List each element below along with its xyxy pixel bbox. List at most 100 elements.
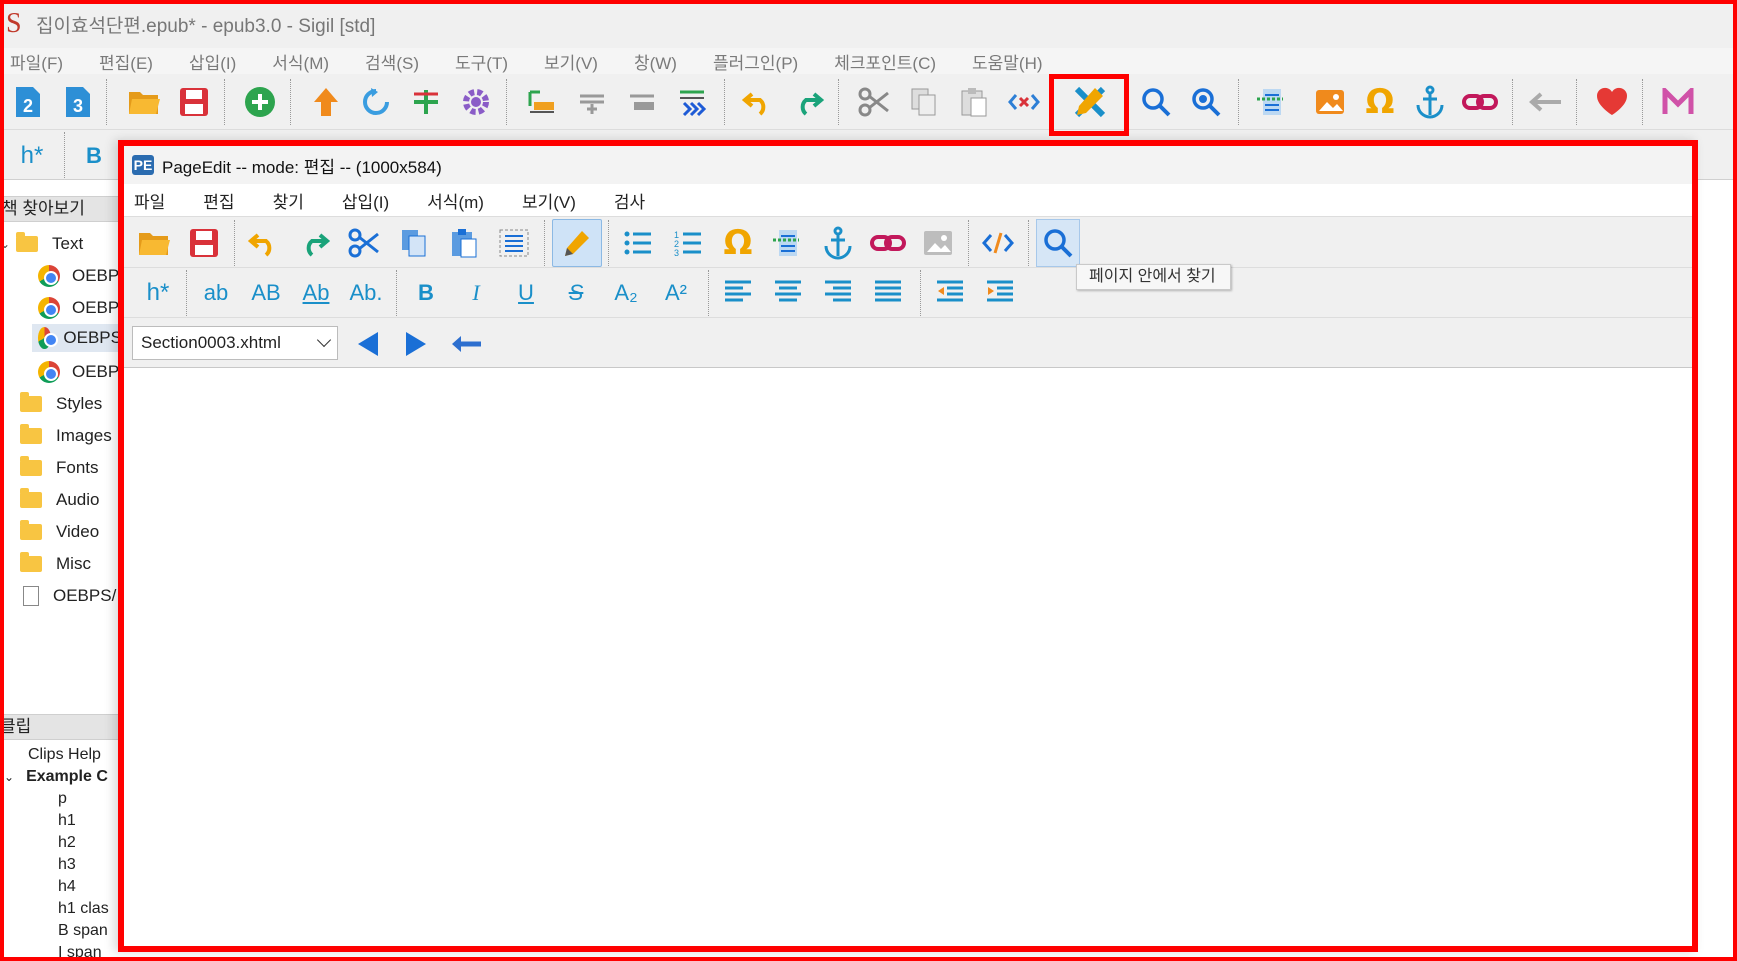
strikethrough-button[interactable]: S	[554, 271, 598, 315]
subscript-button[interactable]: A₂	[604, 271, 648, 315]
tree-file-html-selected[interactable]: OEBPS	[32, 324, 118, 352]
find-in-page-icon[interactable]	[1036, 219, 1080, 267]
image-icon[interactable]	[1308, 78, 1352, 126]
titlecase-button[interactable]: Ab	[294, 271, 338, 315]
omega-icon[interactable]: Ω	[1358, 78, 1402, 126]
align-left-icon[interactable]	[716, 268, 760, 316]
bullet-list-icon[interactable]	[616, 219, 660, 267]
align-justify-icon[interactable]	[866, 268, 910, 316]
settings-icon[interactable]	[454, 78, 498, 126]
clip-item[interactable]: I span	[58, 942, 102, 961]
paste-icon[interactable]	[442, 219, 486, 267]
pe-menu-view[interactable]: 보기(V)	[522, 188, 576, 213]
tree-file-html[interactable]: OEBPS	[38, 262, 118, 290]
italic-button[interactable]: I	[454, 271, 498, 315]
m-logo-icon[interactable]	[1656, 78, 1700, 126]
copy-icon[interactable]	[392, 219, 436, 267]
save-icon[interactable]	[182, 219, 226, 267]
heart-icon[interactable]	[1590, 78, 1634, 126]
tree-folder-audio[interactable]: Audio	[20, 486, 99, 514]
expand-chevron-icon[interactable]: ⌄	[0, 237, 16, 251]
next-file-icon[interactable]	[394, 320, 438, 368]
tree-folder-fonts[interactable]: Fonts	[20, 454, 99, 482]
menu-plugins[interactable]: 플러그인(P)	[713, 49, 798, 74]
pageedit-icon[interactable]	[1068, 78, 1112, 126]
image-icon[interactable]	[916, 219, 960, 267]
numbered-list-icon[interactable]: 123	[666, 219, 710, 267]
menu-edit[interactable]: 편집(E)	[99, 49, 153, 74]
tree-folder-video[interactable]: Video	[20, 518, 99, 546]
metadata-icon[interactable]	[1250, 78, 1294, 126]
pe-menu-find[interactable]: 찾기	[273, 188, 304, 213]
code-tag-icon[interactable]	[1002, 78, 1046, 126]
paste-icon[interactable]	[952, 78, 996, 126]
edit-mode-pencil-icon[interactable]	[552, 219, 602, 267]
generate-toc-icon[interactable]	[670, 78, 714, 126]
omega-icon[interactable]: Ω	[716, 219, 760, 267]
align-right-icon[interactable]	[816, 268, 860, 316]
clip-group[interactable]: ⌄ Example C	[4, 766, 108, 788]
save-icon[interactable]	[172, 78, 216, 126]
h3-icon[interactable]: 3	[56, 78, 100, 126]
outdent-icon[interactable]	[928, 268, 972, 316]
cut-icon[interactable]	[342, 219, 386, 267]
plus-split-icon[interactable]	[404, 78, 448, 126]
clip-item[interactable]: h1	[58, 810, 76, 832]
menu-window[interactable]: 창(W)	[634, 49, 677, 74]
undo-icon[interactable]	[736, 78, 780, 126]
redo-icon[interactable]	[292, 219, 336, 267]
pageedit-content-area[interactable]	[124, 368, 1692, 946]
metadata-icon[interactable]	[766, 219, 810, 267]
clip-item[interactable]: h4	[58, 876, 76, 898]
menu-tools[interactable]: 도구(T)	[455, 49, 508, 74]
cut-icon[interactable]	[852, 78, 896, 126]
clip-item[interactable]: h3	[58, 854, 76, 876]
link-icon[interactable]	[1458, 78, 1502, 126]
redo-icon[interactable]	[786, 78, 830, 126]
menu-search[interactable]: 검색(S)	[365, 49, 419, 74]
file-select-dropdown[interactable]: Section0003.xhtml	[132, 326, 338, 360]
underline-button[interactable]: U	[504, 271, 548, 315]
heading-dropdown[interactable]: h*	[6, 134, 58, 178]
tree-folder-misc[interactable]: Misc	[20, 550, 91, 578]
select-all-icon[interactable]	[492, 219, 536, 267]
link-icon[interactable]	[866, 219, 910, 267]
open-folder-icon[interactable]	[132, 219, 176, 267]
go-back-icon[interactable]	[444, 320, 488, 368]
clip-item[interactable]: h2	[58, 832, 76, 854]
copy-icon[interactable]	[902, 78, 946, 126]
insert-marker-icon[interactable]	[520, 78, 564, 126]
anchor-icon[interactable]	[1408, 78, 1452, 126]
split-icon[interactable]	[570, 78, 614, 126]
expand-chevron-icon[interactable]: ⌄	[4, 770, 14, 784]
lowercase-button[interactable]: ab	[194, 271, 238, 315]
search-zoom-icon[interactable]	[1184, 78, 1228, 126]
refresh-icon[interactable]	[354, 78, 398, 126]
previous-file-icon[interactable]	[346, 320, 390, 368]
menu-view[interactable]: 보기(V)	[544, 49, 598, 74]
undo-icon[interactable]	[242, 219, 286, 267]
tree-folder-text[interactable]: ⌄ Text	[0, 230, 83, 258]
h2-icon[interactable]: 2	[6, 78, 50, 126]
menu-checkpoints[interactable]: 체크포인트(C)	[834, 49, 936, 74]
search-icon[interactable]	[1134, 78, 1178, 126]
menu-file[interactable]: 파일(F)	[10, 49, 63, 74]
open-folder-icon[interactable]	[122, 78, 166, 126]
tree-file-html[interactable]: OEBPS	[38, 294, 118, 322]
pe-menu-edit[interactable]: 편집	[203, 188, 234, 213]
back-icon[interactable]	[1524, 78, 1568, 126]
tree-file-html[interactable]: OEBPS	[38, 358, 118, 386]
clip-item[interactable]: B span	[58, 920, 108, 942]
pe-menu-format[interactable]: 서식(m)	[427, 188, 484, 213]
menu-help[interactable]: 도움말(H)	[972, 49, 1043, 74]
tree-folder-styles[interactable]: Styles	[20, 390, 102, 418]
upload-icon[interactable]	[304, 78, 348, 126]
anchor-icon[interactable]	[816, 219, 860, 267]
heading-dropdown[interactable]: h*	[132, 271, 184, 315]
menu-format[interactable]: 서식(M)	[272, 49, 329, 74]
align-center-icon[interactable]	[766, 268, 810, 316]
tree-folder-images[interactable]: Images	[20, 422, 112, 450]
code-view-icon[interactable]	[976, 219, 1020, 267]
indent-icon[interactable]	[978, 268, 1022, 316]
clip-item[interactable]: h1 clas	[58, 898, 109, 920]
